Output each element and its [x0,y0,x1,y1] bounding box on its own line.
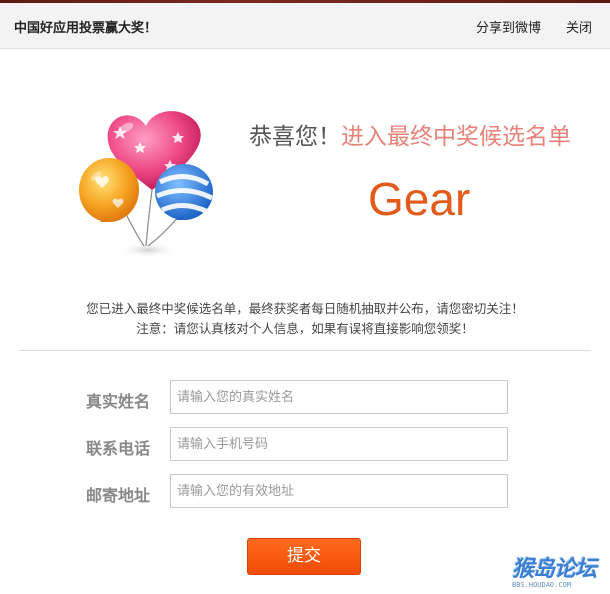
header-title: 中国好应用投票赢大奖！ [14,21,158,36]
forum-watermark: 猴岛论坛 BBS.HOUDAO.COM [512,551,608,591]
congrats-prefix: 恭喜您！ [249,124,341,150]
dialog-header: 中国好应用投票赢大奖！ 分享到微博 关闭 [0,3,610,49]
congrats-heading: 恭喜您！进入最终中奖候选名单 [249,117,571,151]
divider [19,350,591,351]
notice-line-1: 您已进入最终中奖候选名单，最终获奖者每日随机抽取并公布，请您密切关注！ [86,301,524,316]
phone-input[interactable] [170,427,508,461]
share-to-weibo-link[interactable]: 分享到微博 [476,17,541,36]
congrats-highlight: 进入最终中奖候选名单 [341,124,571,150]
real-name-label: 真实姓名 [86,392,151,411]
address-input[interactable] [170,474,508,508]
watermark-text: 猴岛论坛 [512,557,597,582]
real-name-input[interactable] [170,380,508,414]
notice-line-2: 注意：请您认真核对个人信息，如果有误将直接影响您领奖！ [136,321,474,336]
phone-label: 联系电话 [86,439,151,458]
address-label: 邮寄地址 [86,486,151,505]
balloons-icon [79,111,214,258]
vote-dialog: 中国好应用投票赢大奖！ 分享到微博 关闭 恭喜您！进入最终中奖候选名单 Gear… [0,0,610,594]
submit-button[interactable]: 提交 [247,538,361,575]
app-name: Gear [368,173,471,225]
close-button[interactable]: 关闭 [566,17,592,36]
